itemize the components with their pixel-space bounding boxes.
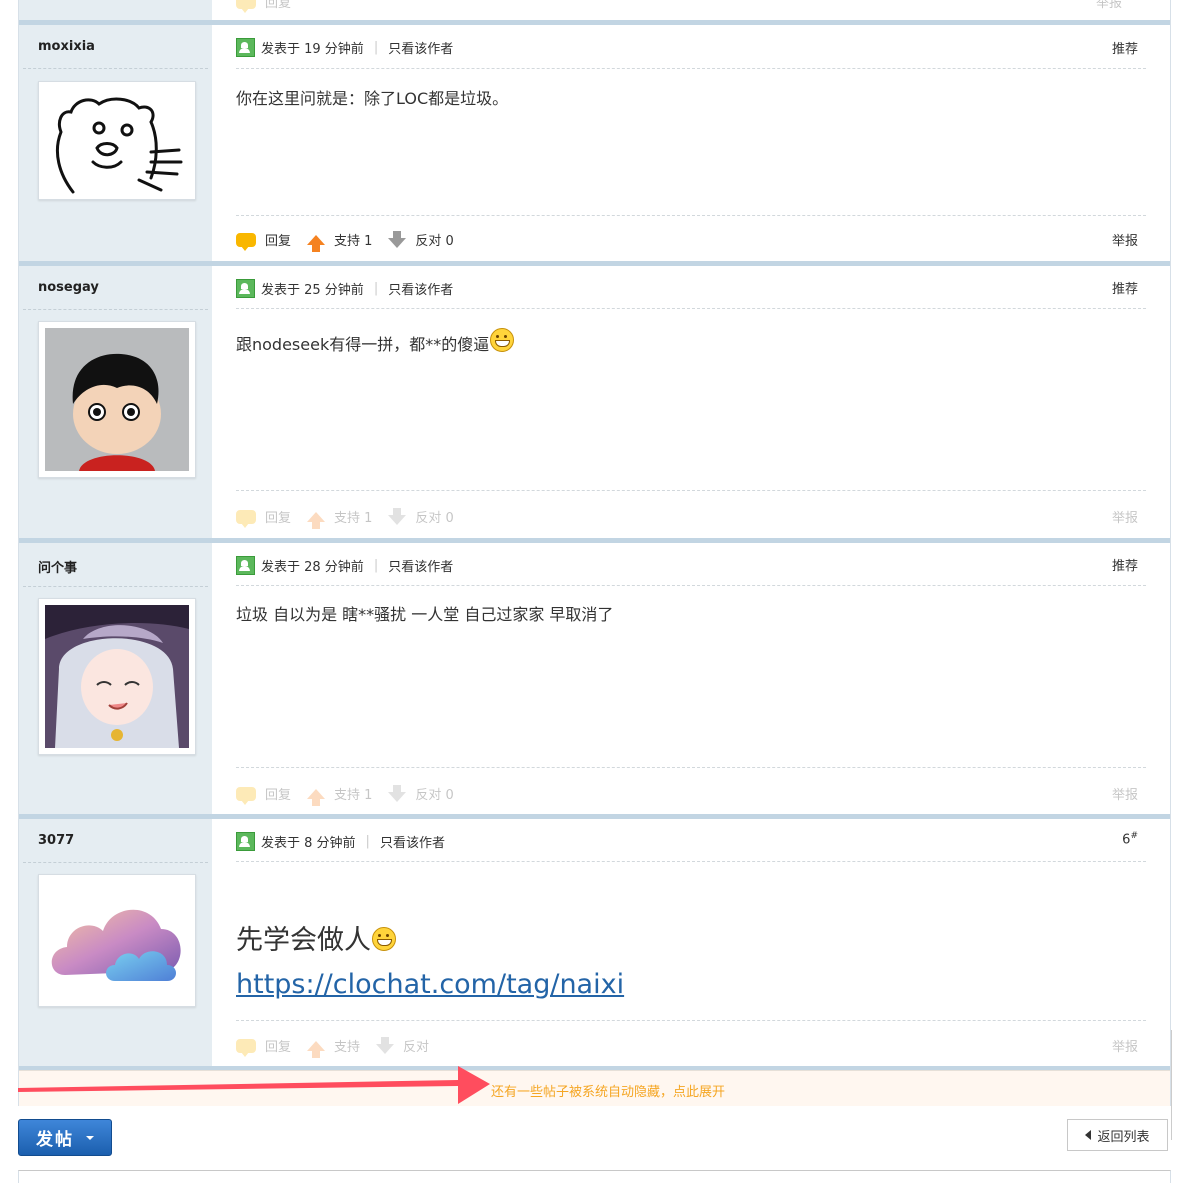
triangle-left-icon [1085,1130,1092,1140]
post-time: 发表于 19 分钟前 [261,42,364,57]
online-status-icon [236,279,255,298]
avatar[interactable] [38,874,196,1007]
arrow-up-icon [307,234,326,252]
oppose-button[interactable]: 反对 0 [388,230,454,249]
author-name[interactable]: nosegay [38,280,99,295]
only-author-link[interactable]: 只看该作者 [388,38,453,57]
reply-button[interactable]: 回复 [236,0,291,13]
caret-down-icon [86,1135,94,1140]
cartoon-boy-avatar-icon [45,328,189,471]
scrollbar[interactable] [1171,1030,1177,1140]
arrow-up-icon [307,511,326,529]
oppose-button[interactable]: 反对 0 [388,507,454,526]
reply-icon [236,786,256,805]
post-time: 发表于 8 分钟前 [261,836,356,851]
next-section-border [18,1170,1171,1183]
post-content: 你在这里问就是：除了LOC都是垃圾。 [236,89,509,108]
author-name[interactable]: moxixia [38,39,95,54]
report-button[interactable]: 举报 [1112,230,1138,249]
avatar[interactable] [38,598,196,755]
hidden-posts-link[interactable]: 还有一些帖子被系统自动隐藏，点此展开 [491,1081,725,1100]
cloud-avatar-icon [51,909,181,981]
recommend-link[interactable]: 推荐 [1112,38,1138,57]
reply-button[interactable]: 回复 [236,230,291,251]
arrow-down-icon [388,230,407,248]
report-button[interactable]: 举报 [1112,507,1138,526]
author-name[interactable]: 3077 [38,833,74,848]
reply-icon [236,509,256,528]
recommend-link[interactable]: 推荐 [1112,555,1138,574]
report-button[interactable]: 举报 [1096,0,1122,11]
only-author-link[interactable]: 只看该作者 [388,556,453,575]
post-content: 垃圾 自以为是 瞎**骚扰 一人堂 自己过家家 早取消了 [236,605,614,624]
arrow-down-icon [388,784,407,802]
online-status-icon [236,38,255,57]
post-time: 发表于 28 分钟前 [261,560,364,575]
post-content: 先学会做人 https://clochat.com/tag/naixi [236,925,625,1000]
back-to-list-button[interactable]: 返回列表 [1067,1119,1168,1151]
support-button[interactable]: 支持 1 [307,507,372,529]
arrow-up-icon [307,1040,326,1058]
anime-witch-avatar-icon [45,605,189,748]
report-button[interactable]: 举报 [1112,784,1138,803]
only-author-link[interactable]: 只看该作者 [388,279,453,298]
reply-button[interactable]: 回复 [236,507,291,528]
oppose-button[interactable]: 反对 [376,1036,429,1055]
reply-button[interactable]: 回复 [236,1036,291,1057]
recommend-link[interactable]: 推荐 [1112,278,1138,297]
oppose-button[interactable]: 反对 0 [388,784,454,803]
reply-icon [236,0,256,13]
post: 问个事 发表于 28 分钟前 | 只看该作者 推荐 垃圾 自以为是 瞎**骚扰 … [19,543,1170,814]
post-time: 发表于 25 分钟前 [261,283,364,298]
online-status-icon [236,832,255,851]
new-post-button[interactable]: 发帖 [18,1119,112,1156]
grin-emoji-icon [372,927,396,951]
avatar[interactable] [38,81,196,200]
only-author-link[interactable]: 只看该作者 [380,832,445,851]
arrow-up-icon [307,788,326,806]
arrow-down-icon [376,1036,395,1054]
annotation-arrow-icon [18,1066,490,1104]
thread-container: 回复 举报 moxixia 发表于 19 分钟前 | 只看该作者 推荐 你在这里… [18,0,1171,1106]
online-status-icon [236,556,255,575]
post: 3077 发表于 8 分钟前 | 只看该作者 6# 先学会做人 https://… [19,819,1170,1067]
avatar[interactable] [38,321,196,478]
floor-number[interactable]: 6# [1122,831,1138,847]
reply-button[interactable]: 回复 [236,784,291,805]
reply-icon [236,1038,256,1057]
author-name[interactable]: 问个事 [38,557,77,576]
support-button[interactable]: 支持 1 [307,230,372,252]
arrow-down-icon [388,507,407,525]
post: moxixia 发表于 19 分钟前 | 只看该作者 推荐 你在这里问就是：除了… [19,25,1170,261]
post-link[interactable]: https://clochat.com/tag/naixi [236,969,624,1000]
post-content: 跟nodeseek有得一拼，都**的傻逼 [236,328,515,355]
post-partial: 回复 举报 [19,0,1170,20]
reply-icon [236,232,256,251]
bear-pointing-avatar-icon [55,97,183,194]
post: nosegay 发表于 25 分钟前 | 只看该作者 推荐 跟nodeseek有… [19,266,1170,538]
grin-emoji-icon [490,328,515,352]
support-button[interactable]: 支持 [307,1036,360,1058]
report-button[interactable]: 举报 [1112,1036,1138,1055]
support-button[interactable]: 支持 1 [307,784,372,806]
